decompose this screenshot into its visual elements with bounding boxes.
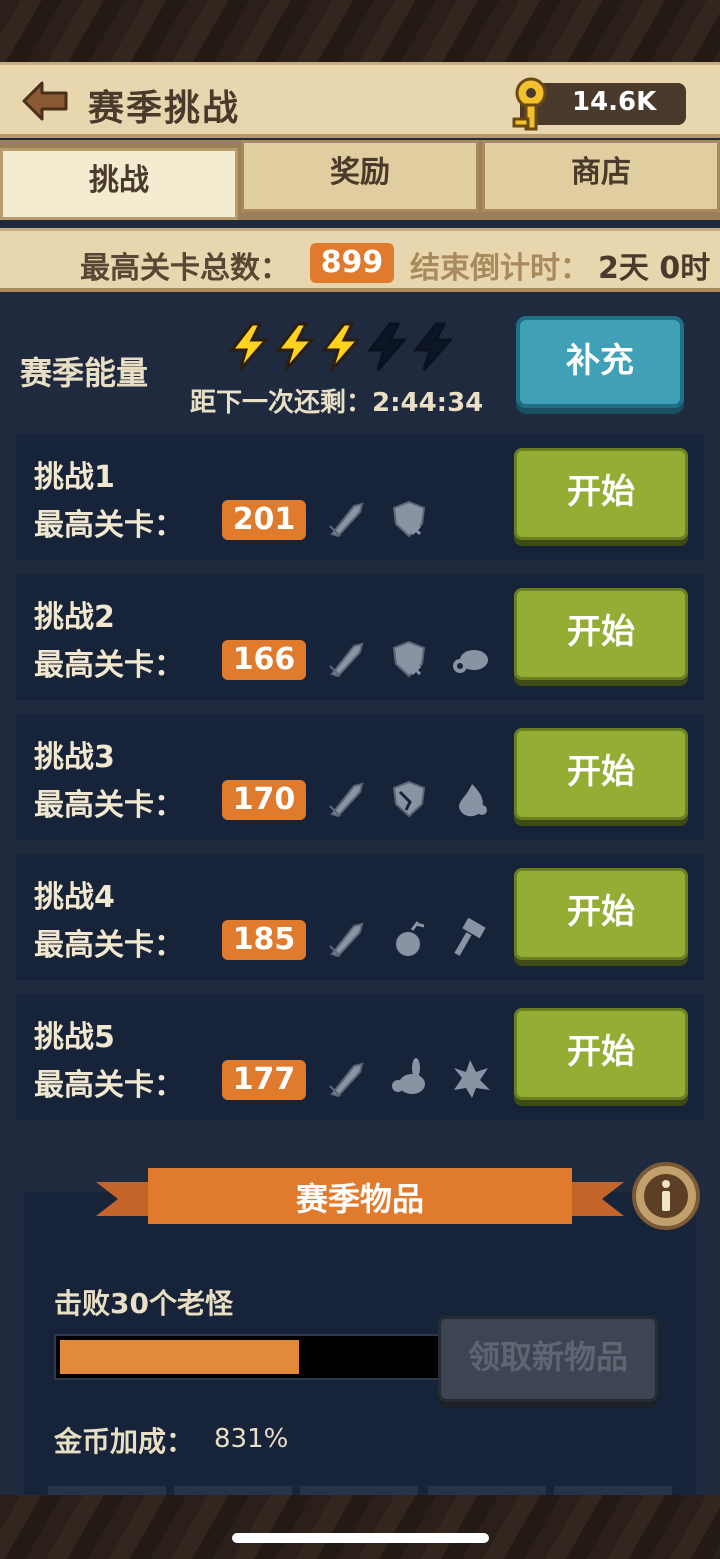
- shield-icon: [392, 500, 426, 538]
- energy-timer: 距下一次还剩：2:44:34: [190, 388, 484, 418]
- best-level-badge: 201: [222, 500, 306, 540]
- sword-icon: [329, 922, 364, 958]
- challenge-title: 挑战4: [34, 880, 115, 915]
- best-level-label: 最高关卡：: [34, 648, 184, 683]
- tab-bar: 挑战 奖励 商店: [0, 140, 720, 220]
- challenge-title: 挑战3: [34, 740, 115, 775]
- energy-bolt-empty-icon: [412, 322, 454, 371]
- challenge-title: 挑战5: [34, 1020, 115, 1055]
- best-level-badge: 166: [222, 640, 306, 680]
- best-level-badge: 185: [222, 920, 306, 960]
- challenge-title: 挑战1: [34, 460, 115, 495]
- best-level-label: 最高关卡：: [34, 508, 184, 543]
- page-title: 赛季挑战: [88, 88, 241, 129]
- energy-bolt-full-icon: [320, 322, 362, 371]
- header-bar: 赛季挑战 14.6K: [0, 62, 720, 138]
- best-level-badge: 177: [222, 1060, 306, 1100]
- bomb-icon: [396, 921, 425, 956]
- best-level-label: 最高关卡：: [34, 788, 184, 823]
- bottom-wood-border: [0, 1495, 720, 1559]
- tab-shop[interactable]: 商店: [482, 140, 720, 212]
- energy-bolt-full-icon: [228, 322, 270, 371]
- best-level-label: 最高关卡：: [34, 1068, 184, 1103]
- key-icon: [512, 77, 547, 131]
- cracked-shield-icon: [392, 780, 426, 818]
- start-challenge-button[interactable]: 开始: [514, 728, 688, 820]
- max-levels-label: 最高关卡总数：: [80, 251, 290, 286]
- claim-item-button[interactable]: 领取新物品: [438, 1316, 658, 1402]
- boss-goal-text: 击败30个老怪: [54, 1287, 233, 1320]
- energy-bolts: [228, 322, 454, 371]
- season-items-title: 赛季物品: [295, 1180, 424, 1218]
- back-arrow-icon[interactable]: [20, 79, 70, 123]
- burst-icon: [454, 1060, 490, 1098]
- info-icon[interactable]: [630, 1160, 702, 1232]
- challenge-card: 挑战4 最高关卡： 185 开始: [16, 854, 704, 980]
- sword-icon: [329, 782, 364, 818]
- top-wood-border: [0, 0, 720, 62]
- energy-label: 赛季能量: [20, 354, 149, 392]
- start-challenge-button[interactable]: 开始: [514, 588, 688, 680]
- shield-icon: [392, 640, 426, 678]
- challenge-card: 挑战1 最高关卡： 201 开始: [16, 434, 704, 560]
- hammer-icon: [454, 917, 486, 956]
- coin-bonus-value: 831%: [214, 1424, 289, 1454]
- start-challenge-button[interactable]: 开始: [514, 448, 688, 540]
- best-level-badge: 170: [222, 780, 306, 820]
- key-count: 14.6K: [572, 87, 657, 117]
- challenge-card: 挑战2 最高关卡： 166 开始: [16, 574, 704, 700]
- home-indicator: [232, 1533, 489, 1543]
- challenge-card: 挑战3 最高关卡： 170 开始: [16, 714, 704, 840]
- max-levels-badge: 899: [310, 243, 394, 283]
- challenge-title: 挑战2: [34, 600, 115, 635]
- start-challenge-button[interactable]: 开始: [514, 1008, 688, 1100]
- energy-bolt-empty-icon: [366, 322, 408, 371]
- challenge-card: 挑战5 最高关卡： 177 开始: [16, 994, 704, 1120]
- coin-bonus-label: 金币加成：: [54, 1425, 195, 1458]
- best-level-label: 最高关卡：: [34, 928, 184, 963]
- turtle-icon: [453, 650, 488, 673]
- tab-challenge[interactable]: 挑战: [0, 148, 238, 220]
- boss-progress-fill: [60, 1340, 300, 1374]
- countdown-value: 2天 0时: [598, 251, 711, 286]
- start-challenge-button[interactable]: 开始: [514, 868, 688, 960]
- sword-icon: [329, 642, 364, 678]
- boss-progress-bar: [54, 1334, 454, 1380]
- countdown-label: 结束倒计时：: [410, 251, 590, 286]
- rabbit-icon: [392, 1058, 425, 1094]
- tab-rewards[interactable]: 奖励: [241, 140, 479, 212]
- refill-button[interactable]: 补充: [516, 316, 684, 408]
- sword-icon: [329, 502, 364, 538]
- energy-bolt-full-icon: [274, 322, 316, 371]
- fire-icon: [459, 784, 487, 817]
- sword-icon: [329, 1062, 364, 1098]
- season-stats-bar: 最高关卡总数： 899 结束倒计时： 2天 0时: [0, 228, 720, 292]
